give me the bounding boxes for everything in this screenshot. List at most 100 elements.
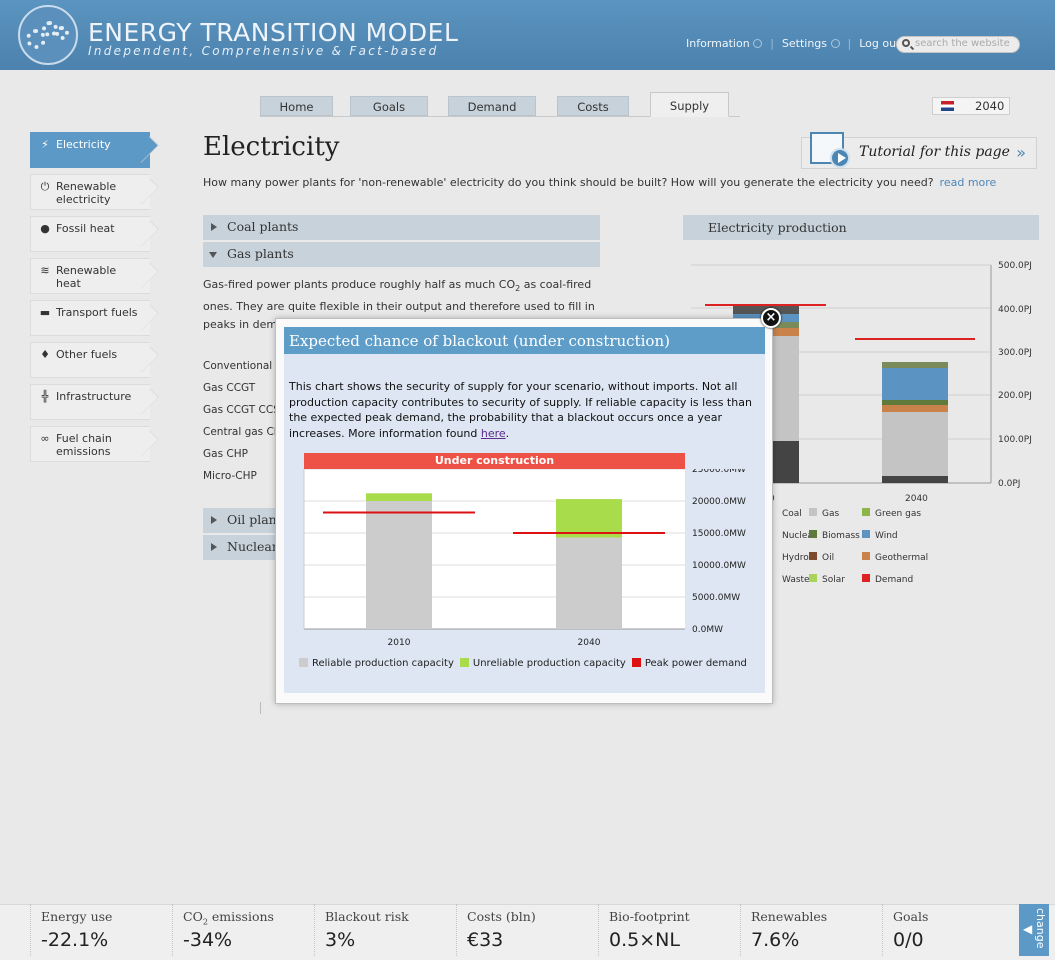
sidebar-item-other-fuels[interactable]: ♦ Other fuels	[30, 342, 150, 378]
bar-segment-coal	[882, 476, 948, 483]
bolt-icon: ⚡	[41, 138, 49, 151]
bar-segment-gas	[882, 412, 948, 476]
logo-gears-icon[interactable]	[18, 5, 78, 65]
legend-label: Waste	[782, 575, 810, 585]
y-tick-label: 20000.0MW	[692, 497, 746, 507]
sidebar-item-infrastructure[interactable]: ╬ Infrastructure	[30, 384, 150, 420]
sidebar-item-fuel-chain-emissions[interactable]: ∞ Fuel chain emissions	[30, 426, 150, 462]
car-icon: ▬	[39, 306, 51, 319]
app-title: ENERGY TRANSITION MODEL	[88, 18, 459, 47]
nav-settings[interactable]: Settings	[782, 37, 840, 50]
bar-segment-nuclear	[882, 362, 948, 368]
year-value: 2040	[975, 99, 1005, 113]
legend-item-peak-demand[interactable]: Peak power demand	[631, 657, 747, 669]
kpi-value: 0/0	[893, 929, 924, 951]
kpi-label: Bio-footprint	[609, 909, 690, 924]
kpi-value: 7.6%	[751, 929, 800, 951]
accordion-label: Coal plants	[227, 219, 299, 234]
legend-label: Demand	[875, 575, 913, 585]
y-tick-label: 0.0MW	[692, 625, 723, 635]
legend-label: Geothermal	[875, 553, 928, 563]
sidebar-item-renewable-electricity[interactable]: ⏻ Renewable electricity	[30, 174, 150, 210]
kpi-value: -22.1%	[41, 929, 109, 951]
tab-supply[interactable]: Supply	[650, 92, 729, 117]
legend-swatch	[809, 508, 817, 516]
legend-swatch	[809, 552, 817, 560]
sidebar-item-label: Other fuels	[56, 348, 118, 361]
accordion-coal-plants[interactable]: Coal plants	[203, 215, 600, 240]
tab-costs[interactable]: Costs	[557, 96, 629, 116]
close-icon[interactable]: ×	[761, 308, 781, 328]
arrow-left-icon: ◀	[1023, 922, 1033, 936]
coal-icon: ●	[40, 222, 50, 235]
kpi-label: Costs (bln)	[467, 909, 536, 924]
accordion-label: Gas plants	[227, 246, 294, 261]
nav-logout[interactable]: Log out	[859, 37, 900, 50]
sidebar-item-fossil-heat[interactable]: ● Fossil heat	[30, 216, 150, 252]
tutorial-button[interactable]: Tutorial for this page »	[801, 132, 1037, 169]
legend-label: Peak power demand	[644, 658, 747, 669]
modal-title: Expected chance of blackout (under const…	[284, 327, 765, 354]
chain-icon: ∞	[40, 432, 50, 445]
more-info-link[interactable]: here	[481, 427, 506, 440]
legend-label: Gas	[822, 509, 839, 519]
y-tick: 500.0PJ	[998, 261, 1032, 271]
electricity-production-header[interactable]: Electricity production	[683, 215, 1039, 240]
tab-home[interactable]: Home	[260, 96, 333, 116]
legend-swatch	[809, 574, 817, 582]
legend-swatch	[809, 530, 817, 538]
y-tick-label: 10000.0MW	[692, 561, 746, 571]
kpi-renewables[interactable]: Renewables 7.6%	[740, 904, 880, 956]
read-more-link[interactable]: read more	[940, 176, 997, 189]
kpi-label: Energy use	[41, 909, 113, 924]
slider-label-micro-chp: Micro-CHP	[203, 470, 257, 482]
drop-icon: ♦	[40, 348, 50, 361]
tab-demand[interactable]: Demand	[448, 96, 536, 116]
nav-information[interactable]: Information	[686, 37, 763, 50]
sidebar-item-renewable-heat[interactable]: ≋ Renewable heat	[30, 258, 150, 294]
search-input[interactable]: search the website	[896, 36, 1020, 53]
legend-swatch	[459, 658, 469, 667]
kpi-goals[interactable]: Goals 0/0	[882, 904, 1022, 956]
triangle-down-icon	[209, 252, 217, 258]
sidebar-item-label: Fossil heat	[56, 222, 115, 235]
legend-label: Unreliable production capacity	[472, 658, 626, 669]
legend-item-reliable[interactable]: Reliable production capacity	[299, 657, 454, 669]
accordion-gas-plants[interactable]: Gas plants	[203, 242, 600, 267]
legend-label: Coal	[782, 509, 802, 519]
kpi-energy-use[interactable]: Energy use -22.1%	[30, 904, 170, 956]
year-selector[interactable]: 2040	[932, 97, 1010, 115]
kpi-costs[interactable]: Costs (bln) €33	[456, 904, 596, 956]
legend-item-unreliable[interactable]: Unreliable production capacity	[459, 657, 626, 669]
sidebar-item-label: Fuel chain emissions	[56, 432, 112, 458]
top-nav: Information | Settings | Log out	[686, 37, 900, 50]
x-tick-label: 2010	[388, 638, 411, 648]
bar-unreliable-2010	[366, 493, 432, 501]
under-construction-banner: Under construction	[304, 453, 685, 469]
legend-label: Oil	[822, 553, 834, 563]
blackout-modal: Expected chance of blackout (under const…	[275, 318, 773, 704]
y-tick-label: 5000.0MW	[692, 593, 740, 603]
legend-swatch	[862, 508, 870, 516]
power-icon: ⏻	[40, 180, 50, 193]
legend-swatch	[299, 658, 308, 667]
kpi-value: €33	[467, 929, 504, 951]
play-icon	[830, 148, 850, 168]
kpi-blackout-risk[interactable]: Blackout risk 3%	[314, 904, 454, 956]
y-tick: 400.0PJ	[998, 305, 1032, 315]
y-tick-label: 25000.0MW	[692, 469, 746, 475]
sidebar-item-label: Infrastructure	[56, 390, 132, 403]
legend-swatch	[862, 552, 870, 560]
plot-area	[304, 469, 685, 629]
sidebar-item-electricity[interactable]: ⚡ Electricity	[30, 132, 150, 168]
sidebar-item-label: Renewable electricity	[56, 180, 117, 206]
change-label: change	[1034, 908, 1047, 949]
kpi-bio-footprint[interactable]: Bio-footprint 0.5×NL	[598, 904, 738, 956]
kpi-co2-emissions[interactable]: CO2 emissions -34%	[172, 904, 312, 956]
change-button[interactable]: change ◀	[1019, 904, 1049, 956]
triangle-right-icon	[211, 223, 217, 231]
legend-label: Green gas	[875, 509, 921, 519]
tab-goals[interactable]: Goals	[350, 96, 428, 116]
divider: |	[847, 37, 852, 50]
sidebar-item-transport-fuels[interactable]: ▬ Transport fuels	[30, 300, 150, 336]
